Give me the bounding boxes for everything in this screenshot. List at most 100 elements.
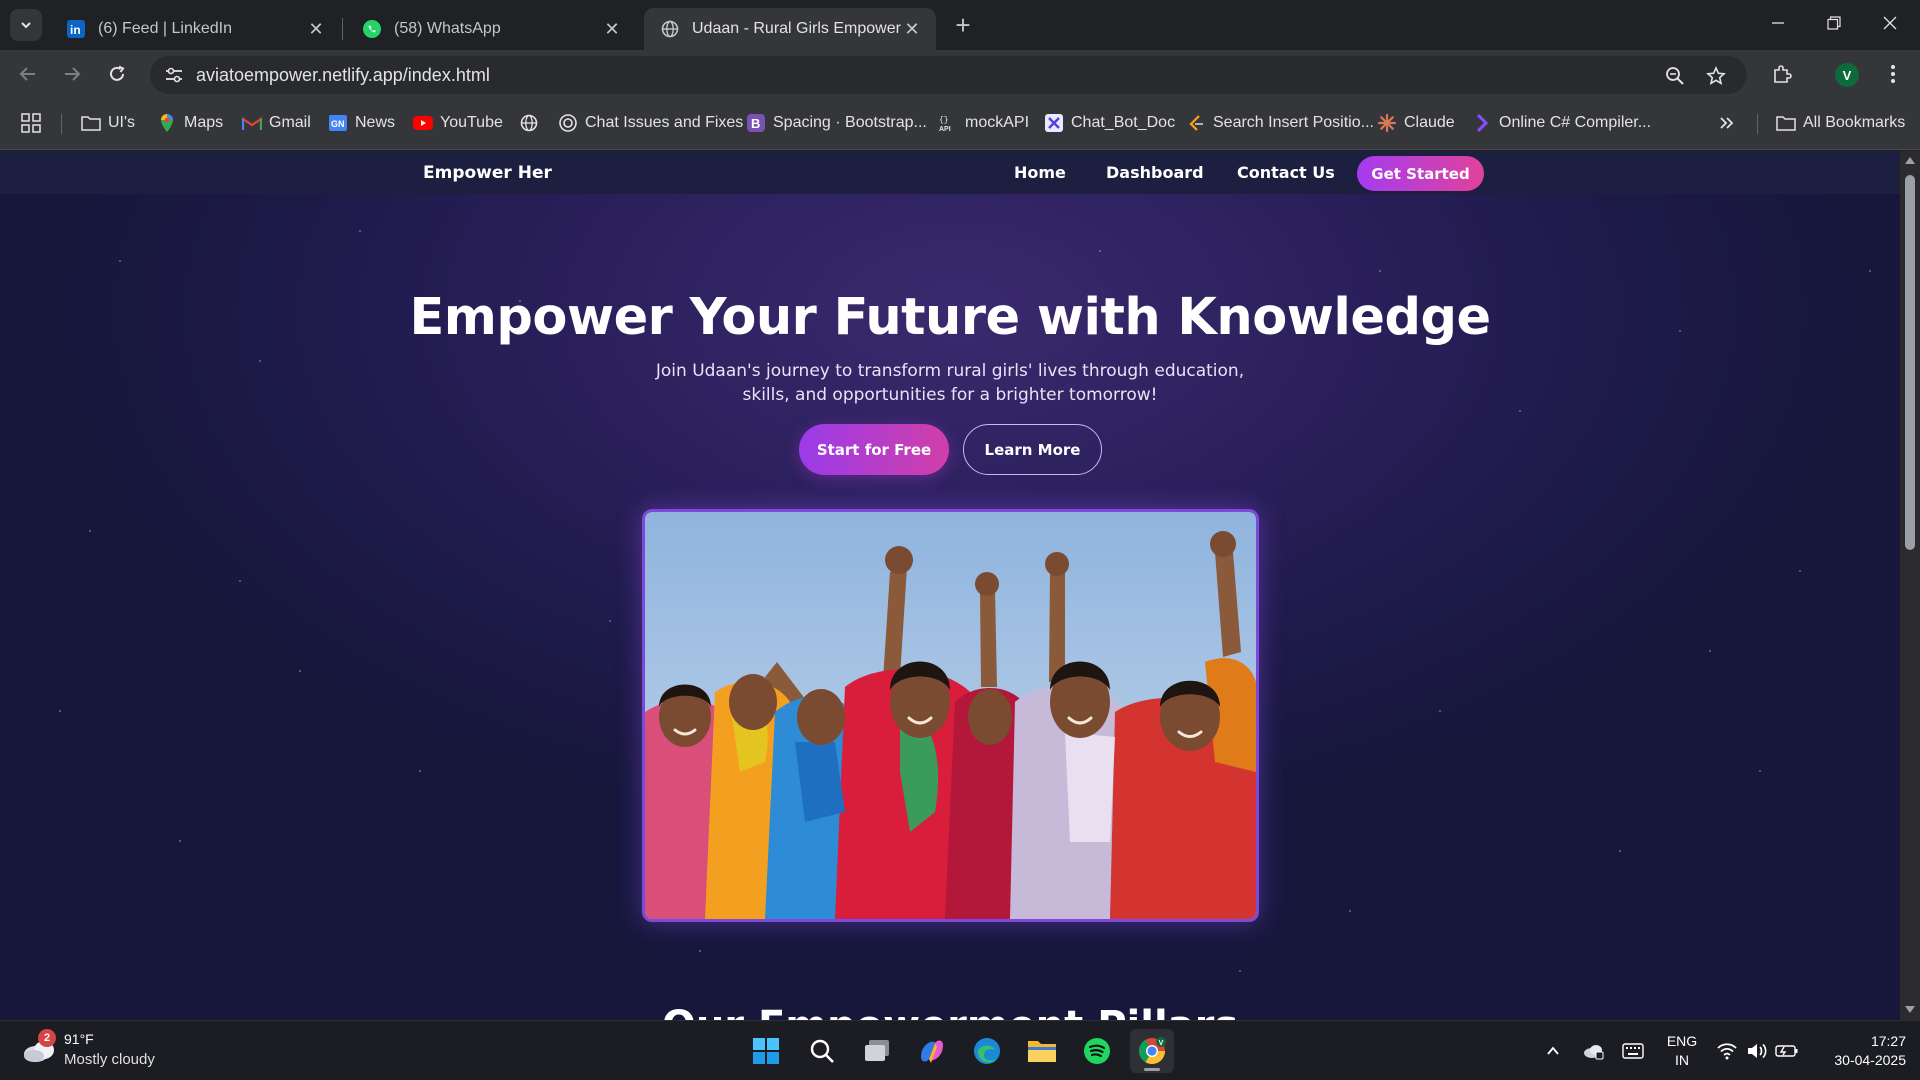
spotify-icon (1084, 1038, 1110, 1064)
reload-button[interactable] (101, 58, 133, 90)
learn-more-button[interactable]: Learn More (963, 424, 1102, 475)
copilot-button[interactable] (910, 1029, 954, 1073)
search-icon (810, 1039, 834, 1063)
get-started-button[interactable]: Get Started (1357, 156, 1484, 191)
bookmark-bootstrap[interactable]: B Spacing · Bootstrap... (746, 111, 927, 135)
taskbar-search-button[interactable] (800, 1029, 844, 1073)
bookmark-label: Online C# Compiler... (1499, 114, 1652, 131)
bookmark-online-compiler[interactable]: Online C# Compiler... (1472, 111, 1651, 135)
chrome-button[interactable]: V (1130, 1029, 1174, 1073)
nav-home-link[interactable]: Home (1014, 163, 1066, 182)
bookmark-claude[interactable]: Claude (1377, 111, 1455, 135)
tab-title: (58) WhatsApp (394, 20, 501, 37)
bookmark-gmail[interactable]: Gmail (242, 111, 311, 135)
spotify-button[interactable] (1075, 1029, 1119, 1073)
bookmark-maps[interactable]: Maps (157, 111, 223, 135)
all-bookmarks[interactable]: All Bookmarks (1776, 111, 1905, 135)
back-button[interactable] (12, 58, 44, 90)
bookmark-leetcode[interactable]: Search Insert Positio... (1186, 111, 1374, 135)
svg-text:{}: {} (939, 116, 949, 125)
touch-keyboard-tray[interactable] (1621, 1039, 1645, 1063)
tab-divider (342, 18, 343, 40)
start-button[interactable] (744, 1029, 788, 1073)
bookmark-label: YouTube (440, 114, 503, 131)
bookmark-youtube[interactable]: YouTube (413, 111, 503, 135)
tab-linkedin[interactable]: in (6) Feed | LinkedIn ✕ (50, 8, 340, 50)
hero-subtitle: Join Udaan's journey to transform rural … (655, 361, 1245, 405)
bookmark-mockapi[interactable]: {} API mockAPI (938, 111, 1029, 135)
svg-text:GN: GN (331, 119, 345, 129)
chevron-down-icon (21, 22, 31, 29)
tab-strip: in (6) Feed | LinkedIn ✕ (58) WhatsApp ✕… (0, 0, 1920, 50)
zoom-icon[interactable] (1662, 63, 1688, 89)
site-navbar: Empower Her Home Dashboard Contact Us Ge… (0, 151, 1900, 194)
more-bookmarks-button[interactable] (1718, 111, 1734, 135)
show-hidden-icons-button[interactable] (1541, 1039, 1565, 1063)
tab-udaan[interactable]: Udaan - Rural Girls Empowerme ✕ (644, 8, 936, 50)
volume-tray[interactable] (1745, 1039, 1769, 1063)
file-explorer-button[interactable] (1020, 1029, 1064, 1073)
cloud-sync-icon (1584, 1045, 1604, 1060)
file-explorer-icon (1028, 1041, 1056, 1062)
bookmark-label: Maps (184, 114, 224, 131)
close-tab-icon[interactable]: ✕ (602, 19, 622, 39)
minimize-button[interactable] (1750, 0, 1806, 46)
site-info-icon[interactable] (162, 63, 186, 87)
task-view-button[interactable] (855, 1029, 899, 1073)
browser-menu-button[interactable] (1878, 59, 1908, 89)
wifi-tray[interactable] (1715, 1039, 1739, 1063)
site-brand-logo[interactable]: Empower Her (423, 163, 552, 183)
region-code: IN (1675, 1052, 1689, 1068)
input-language-indicator[interactable]: ENG IN (1662, 1032, 1702, 1070)
bookmark-label: News (355, 114, 396, 131)
url-text[interactable]: aviatoempower.netlify.app/index.html (196, 65, 490, 86)
profile-avatar[interactable]: V (1835, 63, 1859, 87)
forward-button[interactable] (56, 58, 88, 90)
battery-tray[interactable] (1775, 1039, 1799, 1063)
bookmark-label: Chat_Bot_Doc (1071, 114, 1176, 131)
weather-temperature: 91°F (64, 1031, 94, 1047)
hero-image (642, 509, 1259, 922)
close-window-button[interactable] (1862, 0, 1918, 46)
scroll-down-icon[interactable] (1905, 1006, 1915, 1013)
nav-dashboard-link[interactable]: Dashboard (1106, 163, 1204, 182)
svg-text:in: in (70, 23, 81, 37)
system-clock[interactable]: 17:27 30-04-2025 (1810, 1032, 1906, 1070)
bookmark-chatbot-doc[interactable]: Chat_Bot_Doc (1044, 111, 1175, 135)
bookmark-globe[interactable] (519, 111, 546, 135)
apps-button[interactable] (21, 111, 41, 135)
puzzle-icon (1774, 65, 1792, 83)
bookmark-uis[interactable]: UI's (81, 111, 135, 135)
bookmark-label: Search Insert Positio... (1213, 114, 1374, 131)
scrollbar-thumb[interactable] (1905, 175, 1915, 550)
bookmark-chat-issues[interactable]: Chat Issues and Fixes (558, 111, 743, 135)
nav-contact-link[interactable]: Contact Us (1237, 163, 1335, 182)
task-view-icon (865, 1040, 889, 1061)
speaker-icon (1748, 1043, 1767, 1059)
gmail-icon (242, 113, 262, 133)
start-for-free-button[interactable]: Start for Free (799, 424, 949, 475)
page-scrollbar[interactable] (1900, 151, 1920, 1020)
copilot-icon (921, 1040, 943, 1063)
bookmark-news[interactable]: GN News (328, 111, 395, 135)
close-tab-icon[interactable]: ✕ (306, 19, 326, 39)
bookmark-label: mockAPI (965, 114, 1030, 131)
extensions-button[interactable] (1767, 59, 1797, 89)
bookmark-label: Gmail (269, 114, 311, 131)
restore-icon (1827, 16, 1841, 30)
scroll-up-icon[interactable] (1905, 157, 1915, 164)
openai-icon (558, 113, 578, 133)
mockapi-icon: {} API (938, 113, 958, 133)
close-tab-icon[interactable]: ✕ (902, 19, 922, 39)
onedrive-tray[interactable] (1581, 1039, 1605, 1063)
restore-button[interactable] (1806, 0, 1862, 46)
tab-search-button[interactable] (10, 9, 42, 41)
bookmark-label: Claude (1404, 114, 1455, 131)
folder-icon (81, 113, 101, 133)
edge-button[interactable] (965, 1029, 1009, 1073)
tab-whatsapp[interactable]: (58) WhatsApp ✕ (346, 8, 636, 50)
svg-text:API: API (939, 126, 951, 133)
address-bar[interactable]: aviatoempower.netlify.app/index.html (150, 56, 1747, 94)
new-tab-button[interactable]: + (948, 10, 978, 40)
bookmark-star-icon[interactable] (1703, 63, 1729, 89)
